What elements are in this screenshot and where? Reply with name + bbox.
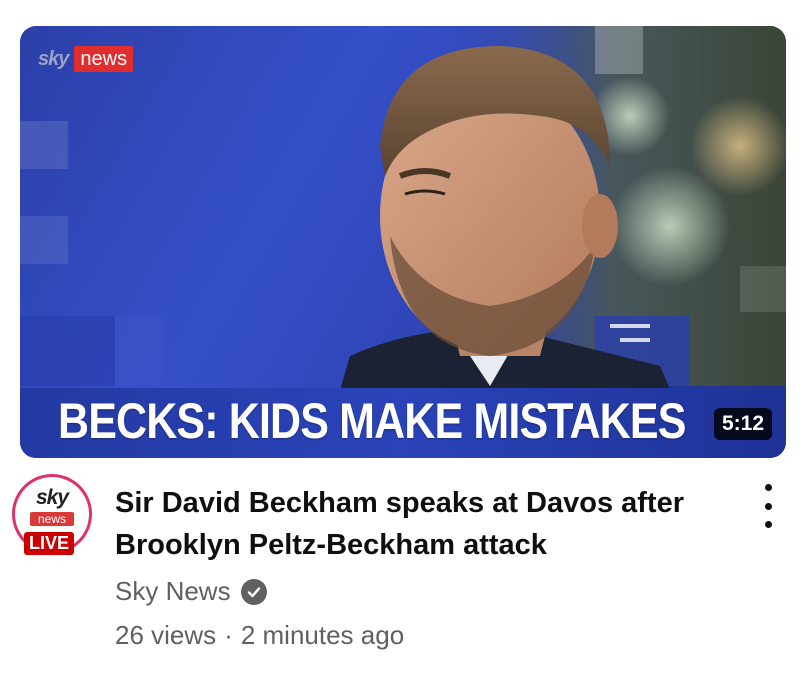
video-thumbnail[interactable]: sky news BECKS: KIDS MAKE MISTAKES 5:12: [20, 26, 786, 458]
sky-news-logo: sky news: [38, 46, 134, 72]
video-stats: 26 views · 2 minutes ago: [115, 620, 404, 651]
avatar-sky-text: sky: [35, 486, 69, 509]
more-options-button[interactable]: [752, 484, 784, 528]
stats-separator: ·: [224, 620, 233, 650]
view-count: 26 views: [115, 620, 217, 650]
video-duration-badge: 5:12: [713, 408, 772, 440]
more-vert-icon: [764, 484, 772, 491]
channel-name[interactable]: Sky News: [115, 576, 231, 607]
video-title[interactable]: Sir David Beckham speaks at Davos after …: [115, 482, 735, 566]
verified-check-icon: [240, 578, 267, 605]
news-logo-text: news: [74, 46, 134, 72]
sky-logo-text: sky: [38, 47, 69, 70]
avatar-news-text: news: [30, 512, 74, 526]
thumbnail-headline: BECKS: KIDS MAKE MISTAKES: [58, 393, 686, 449]
live-badge: LIVE: [24, 532, 75, 555]
video-card[interactable]: sky news BECKS: KIDS MAKE MISTAKES 5:12 …: [0, 0, 808, 684]
channel-row[interactable]: Sky News: [115, 576, 267, 607]
upload-age: 2 minutes ago: [240, 620, 405, 650]
